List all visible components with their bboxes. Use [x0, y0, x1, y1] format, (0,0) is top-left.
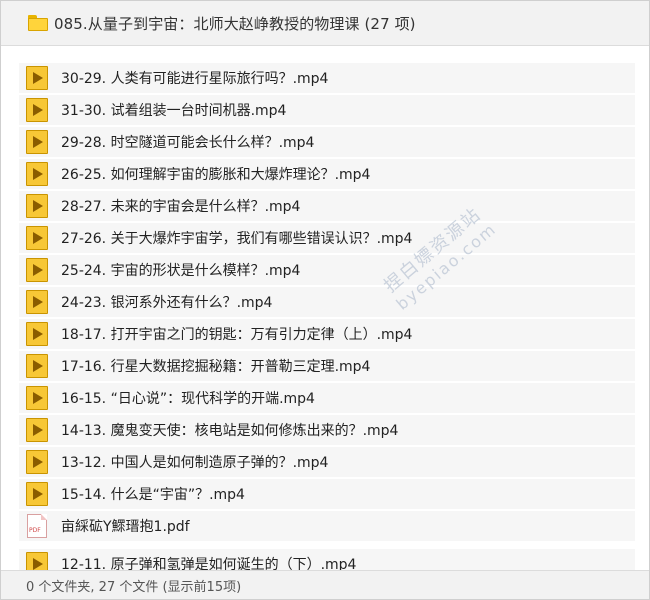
media-file-icon [26, 386, 48, 410]
list-item[interactable]: 13-12. 中国人是如何制造原子弹的？.mp4 [19, 447, 635, 477]
media-file-icon [26, 226, 48, 250]
list-item[interactable]: 24-23. 银河系外还有什么？.mp4 [19, 287, 635, 317]
file-name: 29-28. 时空隧道可能会长什么样？.mp4 [61, 135, 315, 151]
file-name: 30-29. 人类有可能进行星际旅行吗？.mp4 [61, 71, 329, 87]
list-item[interactable]: PDF 亩綵砿Y鰥瑨抱1.pdf [19, 511, 635, 541]
folder-header: 085.从量子到宇宙：北师大赵峥教授的物理课 (27 项) [1, 1, 649, 46]
file-name: 12-11. 原子弹和氢弹是如何诞生的（下）.mp4 [61, 557, 357, 571]
file-name: 14-13. 魔鬼变天使：核电站是如何修炼出来的？.mp4 [61, 423, 399, 439]
list-item[interactable]: 14-13. 魔鬼变天使：核电站是如何修炼出来的？.mp4 [19, 415, 635, 445]
media-file-icon [26, 98, 48, 122]
media-file-icon [26, 354, 48, 378]
folder-icon [28, 15, 48, 31]
folder-title: 085.从量子到宇宙：北师大赵峥教授的物理课 (27 项) [54, 14, 416, 33]
media-file-icon [26, 552, 48, 571]
media-file-icon [26, 290, 48, 314]
list-item[interactable]: 12-11. 原子弹和氢弹是如何诞生的（下）.mp4 [19, 549, 635, 571]
list-item[interactable]: 30-29. 人类有可能进行星际旅行吗？.mp4 [19, 63, 635, 93]
file-name: 28-27. 未来的宇宙会是什么样？.mp4 [61, 199, 301, 215]
media-file-icon [26, 258, 48, 282]
media-file-icon [26, 450, 48, 474]
list-item[interactable]: 16-15. “日心说”：现代科学的开端.mp4 [19, 383, 635, 413]
media-file-icon [26, 130, 48, 154]
list-item[interactable]: 28-27. 未来的宇宙会是什么样？.mp4 [19, 191, 635, 221]
list-item[interactable]: 27-26. 关于大爆炸宇宙学，我们有哪些错误认识？.mp4 [19, 223, 635, 253]
file-name: 31-30. 试着组装一台时间机器.mp4 [61, 103, 287, 119]
file-list-window: 085.从量子到宇宙：北师大赵峥教授的物理课 (27 项) 30-29. 人类有… [0, 0, 650, 600]
media-file-icon [26, 322, 48, 346]
file-name: 亩綵砿Y鰥瑨抱1.pdf [61, 519, 190, 535]
pdf-badge: PDF [29, 527, 41, 534]
file-name: 15-14. 什么是“宇宙”？.mp4 [61, 487, 245, 503]
list-item[interactable]: 15-14. 什么是“宇宙”？.mp4 [19, 479, 635, 509]
file-name: 17-16. 行星大数据挖掘秘籍：开普勒三定理.mp4 [61, 359, 371, 375]
status-bar: 0 个文件夹, 27 个文件 (显示前15项) [1, 570, 649, 599]
media-file-icon [26, 418, 48, 442]
file-name: 16-15. “日心说”：现代科学的开端.mp4 [61, 391, 315, 407]
media-file-icon [26, 66, 48, 90]
file-name: 18-17. 打开宇宙之门的钥匙：万有引力定律（上）.mp4 [61, 327, 413, 343]
list-item[interactable]: 29-28. 时空隧道可能会长什么样？.mp4 [19, 127, 635, 157]
list-item[interactable]: 18-17. 打开宇宙之门的钥匙：万有引力定律（上）.mp4 [19, 319, 635, 349]
file-name: 27-26. 关于大爆炸宇宙学，我们有哪些错误认识？.mp4 [61, 231, 413, 247]
list-item[interactable]: 31-30. 试着组装一台时间机器.mp4 [19, 95, 635, 125]
media-file-icon [26, 162, 48, 186]
file-name: 24-23. 银河系外还有什么？.mp4 [61, 295, 273, 311]
file-name: 25-24. 宇宙的形状是什么模样？.mp4 [61, 263, 301, 279]
list-item[interactable]: 25-24. 宇宙的形状是什么模样？.mp4 [19, 255, 635, 285]
file-list: 30-29. 人类有可能进行星际旅行吗？.mp4 31-30. 试着组装一台时间… [19, 63, 635, 571]
file-name: 13-12. 中国人是如何制造原子弹的？.mp4 [61, 455, 329, 471]
media-file-icon [26, 482, 48, 506]
list-item[interactable]: 26-25. 如何理解宇宙的膨胀和大爆炸理论？.mp4 [19, 159, 635, 189]
media-file-icon [26, 194, 48, 218]
status-text: 0 个文件夹, 27 个文件 (显示前15项) [26, 579, 242, 595]
file-name: 26-25. 如何理解宇宙的膨胀和大爆炸理论？.mp4 [61, 167, 371, 183]
list-item[interactable]: 17-16. 行星大数据挖掘秘籍：开普勒三定理.mp4 [19, 351, 635, 381]
pdf-file-icon: PDF [26, 514, 48, 538]
